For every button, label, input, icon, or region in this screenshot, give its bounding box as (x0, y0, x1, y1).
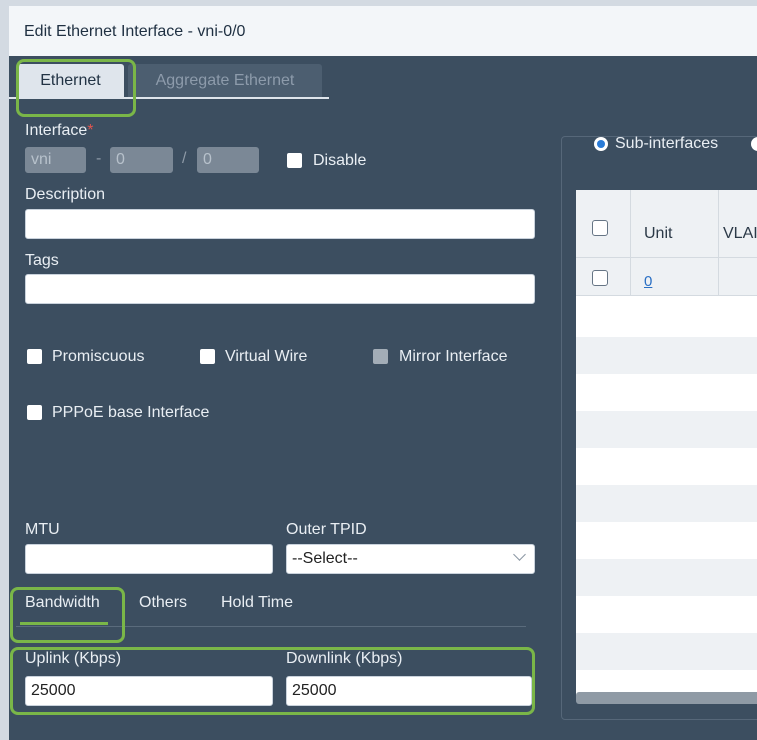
promiscuous-checkbox[interactable] (27, 349, 42, 364)
sub-interfaces-label: Sub-interfaces (615, 135, 719, 152)
select-all-checkbox[interactable] (592, 220, 608, 236)
mirror-interface-checkbox[interactable] (373, 349, 388, 364)
promiscuous-label: Promiscuous (52, 348, 145, 365)
downlink-input[interactable]: 25000 (286, 676, 532, 706)
dialog-titlebar: Edit Ethernet Interface - vni-0/0 (9, 6, 757, 56)
empty-row (576, 485, 757, 522)
column-divider (718, 190, 719, 296)
active-tab-indicator (20, 622, 108, 625)
virtual-wire-label: Virtual Wire (225, 348, 308, 365)
interface-port-field[interactable]: 0 (197, 147, 259, 173)
virtual-wire-checkbox[interactable] (200, 349, 215, 364)
sub-interfaces-radio[interactable] (594, 137, 608, 151)
interface-type-field[interactable]: vni (25, 147, 86, 173)
description-input[interactable] (25, 209, 535, 239)
pppoe-label: PPPoE base Interface (52, 404, 210, 421)
uplink-input[interactable]: 25000 (25, 676, 273, 706)
empty-row (576, 411, 757, 448)
mtu-label: MTU (25, 521, 60, 538)
dialog-title: Edit Ethernet Interface - vni-0/0 (24, 23, 246, 40)
pppoe-checkbox[interactable] (27, 405, 42, 420)
description-label: Description (25, 186, 106, 203)
outer-tpid-select[interactable]: --Select-- (286, 544, 535, 574)
interface-slash: / (182, 150, 187, 167)
tab-others[interactable]: Others (139, 594, 187, 612)
empty-row (576, 337, 757, 374)
mtu-input[interactable] (25, 544, 273, 574)
uplink-label: Uplink (Kbps) (25, 650, 122, 667)
unit-column-header[interactable]: Unit (644, 225, 672, 243)
unit-link[interactable]: 0 (644, 273, 652, 290)
empty-row (576, 633, 757, 670)
subtab-divider (16, 626, 526, 627)
row-checkbox[interactable] (592, 270, 608, 286)
outer-tpid-label: Outer TPID (286, 521, 367, 538)
disable-checkbox[interactable] (287, 153, 302, 168)
tab-bandwidth[interactable]: Bandwidth (25, 594, 100, 612)
tab-strip-divider (9, 97, 329, 99)
sub-interfaces-table: Unit VLAI 0 (576, 190, 757, 700)
tags-input[interactable] (25, 274, 535, 304)
tab-aggregate-ethernet[interactable]: Aggregate Ethernet (128, 64, 322, 98)
column-divider (630, 190, 631, 296)
tab-ethernet[interactable]: Ethernet (17, 64, 124, 98)
interface-slot-field[interactable]: 0 (110, 147, 173, 173)
downlink-label: Downlink (Kbps) (286, 650, 403, 667)
horizontal-scrollbar[interactable] (576, 692, 757, 704)
chevron-down-icon (513, 548, 526, 561)
disable-label: Disable (313, 152, 367, 169)
tags-label: Tags (25, 252, 59, 269)
interface-label: Interface* (25, 122, 94, 139)
empty-row (576, 559, 757, 596)
vlan-column-header[interactable]: VLAI (723, 225, 757, 243)
tab-hold-time[interactable]: Hold Time (221, 594, 293, 612)
mirror-interface-label: Mirror Interface (399, 348, 508, 365)
interface-dash: - (96, 150, 102, 167)
